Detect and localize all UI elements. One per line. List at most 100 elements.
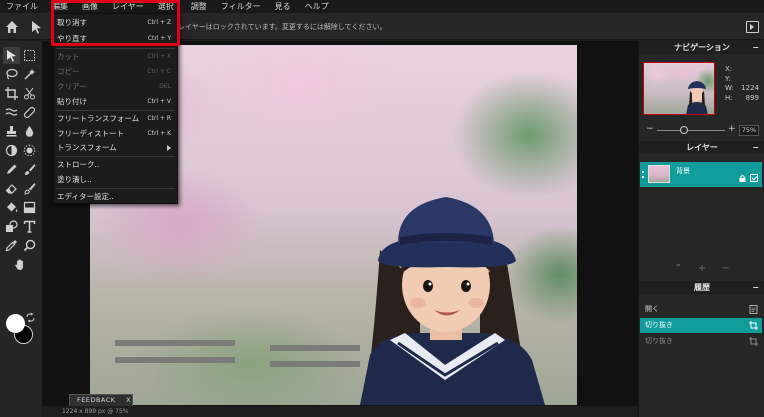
free-transform-menu-item[interactable]: フリートランスフォーム Ctrl + R — [54, 112, 177, 125]
submenu-arrow-icon — [167, 145, 171, 151]
free-distort-label: フリーディストート — [57, 129, 124, 138]
fill-menu-item[interactable]: 塗り潰し.. — [54, 173, 177, 186]
editor-settings-menu-item[interactable]: エディター設定.. — [54, 190, 177, 203]
clear-label: クリアー — [57, 82, 87, 91]
layers-panel-header[interactable]: レイヤー − — [639, 141, 764, 154]
feedback-close-button[interactable]: X — [126, 396, 131, 404]
delete-layer-icon[interactable]: − — [721, 263, 729, 274]
gradient-tool[interactable] — [21, 199, 38, 216]
menu-filter[interactable]: フィルター — [214, 0, 268, 13]
menu-select[interactable]: 選択 — [151, 0, 181, 13]
collapse-layers-icon[interactable]: − — [752, 141, 759, 154]
history-panel-header[interactable]: 履歴 − — [639, 281, 764, 294]
panel-toggle-icon[interactable] — [746, 21, 759, 33]
hand-tool[interactable] — [12, 256, 29, 273]
right-panels: ナビゲーション − X: Y: W: 1224 H: 899 − + 75% レイヤ… — [638, 41, 764, 417]
paste-menu-item[interactable]: 貼り付け Ctrl + V — [54, 95, 177, 108]
menu-separator — [56, 156, 175, 157]
brush-tool[interactable] — [21, 161, 38, 178]
girl-figure — [360, 197, 545, 405]
slice-tool[interactable] — [21, 85, 38, 102]
free-distort-shortcut: Ctrl + K — [147, 130, 171, 137]
free-distort-menu-item[interactable]: フリーディストート Ctrl + K — [54, 127, 177, 140]
undo-menu-item[interactable]: 取り消す Ctrl + Z — [54, 16, 177, 29]
liquify-tool[interactable] — [3, 104, 20, 121]
zoom-in-button[interactable]: + — [728, 124, 736, 134]
magic-wand-icon — [24, 69, 35, 80]
home-icon[interactable] — [4, 19, 20, 35]
bench — [115, 340, 235, 346]
undo-shortcut: Ctrl + Z — [147, 19, 171, 26]
cut-menu-item[interactable]: カット Ctrl + X — [54, 50, 177, 63]
crop-tool[interactable] — [3, 85, 20, 102]
x-label: X: — [725, 65, 733, 73]
history-item[interactable]: 開く — [640, 302, 762, 317]
move-layer-up-icon[interactable]: ⌃ — [674, 263, 682, 274]
swap-colors-icon[interactable] — [26, 313, 35, 322]
history-item-label: 切り抜き — [645, 321, 673, 329]
foreground-color-swatch[interactable] — [6, 314, 25, 333]
menu-help[interactable]: ヘルプ — [298, 0, 336, 13]
pencil-icon — [7, 164, 17, 174]
sponge-tool[interactable] — [21, 142, 38, 159]
zoom-slider-track[interactable] — [657, 130, 725, 131]
width-label: W: — [725, 84, 734, 92]
navigation-thumbnail[interactable] — [643, 62, 715, 115]
menu-adjust[interactable]: 調整 — [181, 0, 214, 13]
menu-file[interactable]: ファイル — [0, 0, 45, 13]
collapse-navigation-icon[interactable]: − — [752, 41, 759, 54]
history-item[interactable]: 切り抜き — [640, 334, 762, 349]
stroke-menu-item[interactable]: ストローク.. — [54, 158, 177, 171]
paste-shortcut: Ctrl + V — [147, 98, 171, 105]
clear-menu-item[interactable]: クリアー DEL — [54, 80, 177, 93]
move-tool[interactable] — [3, 47, 20, 64]
eyedropper-icon — [5, 240, 17, 252]
eraser-tool[interactable] — [3, 180, 20, 197]
menu-edit[interactable]: 編集 — [45, 0, 75, 13]
layer-visibility-icon[interactable] — [642, 168, 645, 181]
copy-menu-item[interactable]: コピー Ctrl + C — [54, 65, 177, 78]
redo-menu-item[interactable]: やり直す Ctrl + Y — [54, 32, 177, 45]
history-item-active[interactable]: 切り抜き — [640, 318, 762, 333]
fill-tool[interactable] — [3, 199, 20, 216]
crop-icon — [5, 87, 18, 100]
layer-check-icon[interactable] — [750, 174, 758, 182]
lock-icon[interactable] — [739, 175, 746, 182]
heal-tool[interactable] — [21, 104, 38, 121]
blur-tool[interactable] — [21, 123, 38, 140]
layer-actions: ⌃ + − — [639, 263, 764, 275]
zoom-tool[interactable] — [21, 237, 38, 254]
marquee-tool[interactable] — [21, 47, 38, 64]
navigation-panel-header[interactable]: ナビゲーション − — [639, 41, 764, 54]
transform-menu-item[interactable]: トランスフォーム — [54, 141, 177, 154]
layer-row[interactable]: 背景 — [640, 162, 762, 187]
menu-layer[interactable]: レイヤー — [105, 0, 151, 13]
open-file-icon — [749, 305, 758, 314]
shape-tool[interactable] — [3, 218, 20, 235]
crop-icon — [749, 321, 758, 330]
color-replace-tool[interactable] — [21, 180, 38, 197]
eyedropper-tool[interactable] — [3, 237, 20, 254]
menu-image[interactable]: 画像 — [75, 0, 105, 13]
tool-panel — [0, 41, 42, 417]
history-item-label: 切り抜き — [645, 337, 673, 345]
dodge-tool[interactable] — [3, 142, 20, 159]
text-tool[interactable] — [21, 218, 38, 235]
hand-icon — [15, 259, 23, 270]
layer-locked-message: レイヤーはロックされています。変更するには解除してください。 — [178, 23, 387, 31]
menu-view[interactable]: 見る — [268, 0, 298, 13]
width-value: 1224 — [741, 84, 759, 92]
pencil-tool[interactable] — [3, 161, 20, 178]
zoom-out-button[interactable]: − — [646, 124, 654, 134]
magic-wand-tool[interactable] — [21, 66, 38, 83]
add-layer-icon[interactable]: + — [698, 263, 706, 274]
collapse-history-icon[interactable]: − — [752, 281, 759, 294]
zoom-slider-handle[interactable] — [679, 126, 688, 134]
status-bar: 1224 x 899 px @ 75% — [42, 406, 638, 417]
lasso-tool[interactable] — [3, 66, 20, 83]
bench — [115, 357, 235, 363]
stamp-tool[interactable] — [3, 123, 20, 140]
move-tool-icon[interactable] — [29, 19, 43, 35]
zoom-value-field[interactable]: 75% — [739, 125, 759, 136]
lasso-icon — [6, 68, 18, 80]
